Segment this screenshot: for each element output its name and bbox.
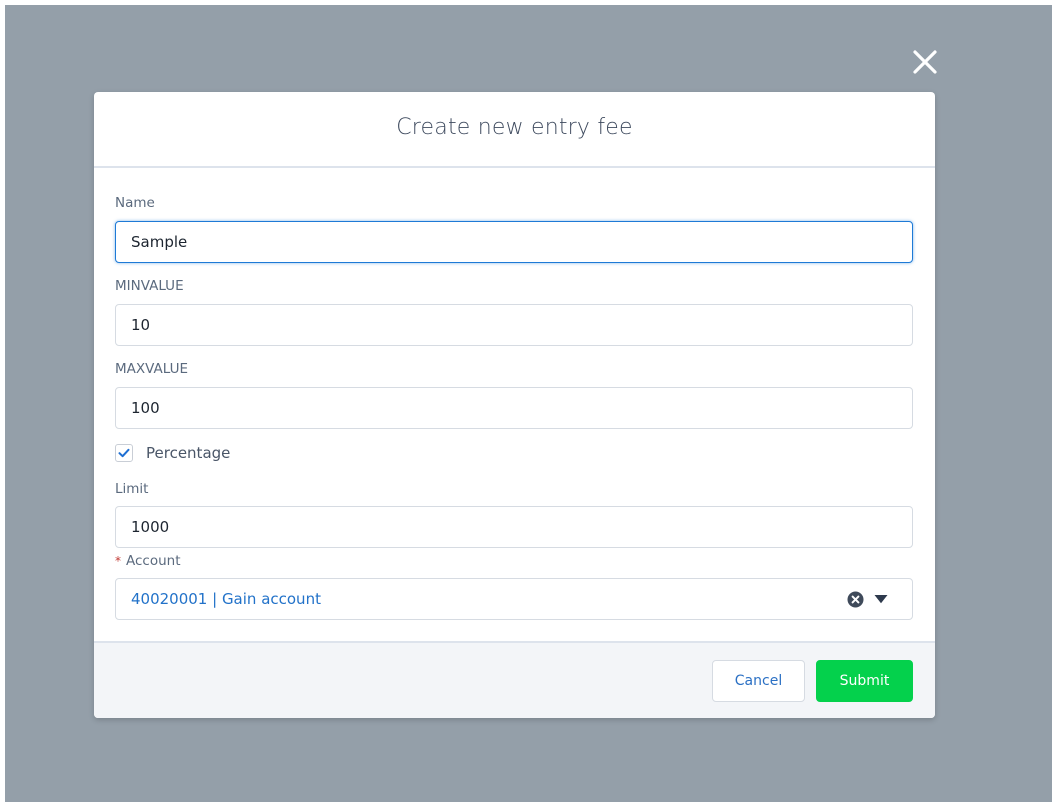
- percentage-checkbox[interactable]: [115, 444, 133, 462]
- entry-fee-modal: Create new entry fee Name MINVALUE MAXVA…: [94, 92, 935, 718]
- account-label: Account: [126, 553, 181, 569]
- percentage-row: Percentage: [115, 442, 230, 464]
- modal-header: Create new entry fee: [94, 92, 935, 168]
- maxvalue-input[interactable]: [115, 387, 913, 429]
- limit-input[interactable]: [115, 506, 913, 548]
- required-marker: *: [115, 554, 121, 568]
- limit-label: Limit: [115, 481, 149, 497]
- modal-title: Create new entry fee: [396, 115, 633, 140]
- checkmark-icon: [118, 448, 130, 458]
- maxvalue-label: MAXVALUE: [115, 361, 188, 377]
- minvalue-input[interactable]: [115, 304, 913, 346]
- submit-button[interactable]: Submit: [816, 660, 913, 702]
- clear-circle-icon[interactable]: [847, 591, 864, 608]
- account-select[interactable]: 40020001 | Gain account: [115, 578, 913, 620]
- close-icon[interactable]: [907, 44, 943, 80]
- caret-down-icon[interactable]: [874, 594, 888, 604]
- account-label-wrap: * Account: [115, 553, 181, 569]
- name-input[interactable]: [115, 221, 913, 263]
- modal-footer: Cancel Submit: [94, 641, 935, 718]
- minvalue-label: MINVALUE: [115, 278, 184, 294]
- name-label: Name: [115, 195, 155, 211]
- cancel-button[interactable]: Cancel: [712, 660, 805, 702]
- account-selected-value: 40020001 | Gain account: [131, 590, 321, 608]
- percentage-label: Percentage: [146, 444, 231, 462]
